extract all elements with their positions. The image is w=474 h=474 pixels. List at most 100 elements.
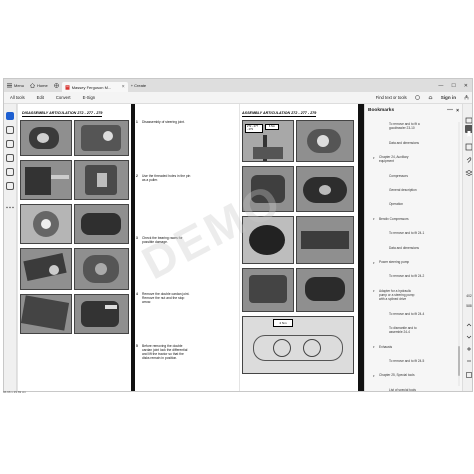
bookmark-panel-icon[interactable] [465, 125, 472, 137]
help-icon[interactable] [414, 94, 420, 101]
photo-step-3b [74, 204, 129, 244]
bookmark-item[interactable]: To remove and to fit 24-5 [389, 359, 455, 363]
bookmark-item[interactable]: Adapter for a hydraulic pump or a steeri… [379, 289, 455, 302]
status-text: 96.96 x 29.69 cm [3, 390, 27, 394]
maximize-button[interactable]: ☐ [451, 83, 455, 89]
photo-assembly-1b [296, 120, 354, 162]
comment-panel-icon[interactable] [465, 112, 472, 124]
bookmark-item[interactable]: Chapter 25, Special tools [379, 373, 455, 377]
bookmark-item[interactable]: Power steering pump [379, 260, 455, 264]
menu-icon [7, 83, 12, 88]
photo-step-2b [74, 160, 129, 200]
photo-step-5a [20, 294, 72, 334]
bookmark-expand-icon[interactable]: ▾ [373, 345, 375, 349]
home-icon [29, 83, 36, 88]
menu-convert[interactable]: Convert [50, 95, 77, 100]
bookmark-expand-icon[interactable]: ▾ [373, 217, 375, 221]
attachments-icon[interactable] [465, 151, 472, 163]
bookmark-item[interactable]: To remove and to fit 24-1 [389, 231, 455, 235]
bookmark-item[interactable]: Operation [389, 202, 455, 206]
bookmarks-title: Bookmarks [368, 108, 395, 113]
share-icon[interactable] [464, 94, 469, 101]
signature-icon[interactable] [6, 182, 14, 190]
bookmark-expand-icon[interactable]: ▾ [373, 289, 375, 293]
photo-assembly-4b [296, 268, 354, 312]
bookmark-item[interactable]: Bendix Compressors [379, 217, 455, 221]
step-number-2: 2 [136, 174, 138, 178]
photo-assembly-2b [296, 166, 354, 212]
text-select-icon[interactable] [6, 168, 14, 176]
bookmark-options-icon[interactable] [447, 108, 453, 113]
bookmark-expand-icon[interactable]: ▾ [373, 374, 375, 378]
menu-e-sign[interactable]: E-Sign [77, 95, 102, 100]
page-down-icon[interactable] [465, 328, 472, 339]
thumbnails-icon[interactable] [465, 138, 472, 151]
photo-assembly-4a [242, 268, 294, 312]
bookmark-item[interactable]: Data and dimensions [389, 246, 455, 250]
step-text-1: Disassembly of steering joint. [142, 120, 185, 124]
step-number-1: 1 [136, 120, 138, 124]
callout-label-2: 6 Nm [265, 124, 279, 130]
left-page: DISASSEMBLY ARTICULATION 272 - 277 - 279 [18, 104, 131, 391]
right-page-title: ASSEMBLY ARTICULATION 272 - 277 - 279 [242, 111, 317, 117]
photo-step-2a [20, 160, 72, 200]
left-page-title-text: DISASSEMBLY ARTICULATION 272 - 277 - 279 [22, 111, 103, 115]
right-toolbar: 402 588 [462, 104, 472, 391]
bookmark-item[interactable]: General description [389, 188, 455, 192]
menu-edit[interactable]: Edit [31, 95, 50, 100]
tab-pdf-document-icon-only[interactable] [51, 81, 62, 91]
tab-document[interactable]: Massey Ferguson M... × [61, 82, 128, 92]
menu-bar: All tools Edit Convert E-Sign Find text … [4, 92, 472, 104]
fit-page-icon[interactable] [465, 366, 472, 378]
page-up-icon[interactable] [465, 316, 472, 327]
window-controls: — ☐ ✕ [438, 83, 472, 89]
pdf-file-icon [65, 84, 70, 90]
menu-all-tools[interactable]: All tools [4, 95, 31, 100]
bookmark-item[interactable]: List of special tools [389, 388, 455, 391]
step-text-5: Before removing the double cardan joint … [142, 344, 188, 360]
document-canvas[interactable]: DISASSEMBLY ARTICULATION 272 - 277 - 279 [17, 104, 364, 391]
more-tools-icon[interactable] [6, 196, 14, 209]
bookmark-item[interactable]: Compressors [389, 174, 455, 178]
tab-bar: Menu Home Massey Ferguson M... × + Creat… [4, 79, 472, 92]
minimize-button[interactable]: — [438, 83, 443, 89]
left-toolbar [4, 104, 17, 391]
tab-menu[interactable]: Menu [4, 81, 27, 91]
pdf-reader-window: Menu Home Massey Ferguson M... × + Creat… [3, 78, 473, 392]
bookmarks-panel: Bookmarks × To remove and to fit a goodt… [364, 104, 462, 391]
select-cursor-icon[interactable] [6, 112, 14, 120]
callout-label-1: 272 - 277 - 279 [245, 124, 263, 133]
step-text-4: Remove the double cardan joint. Remove t… [142, 292, 190, 304]
bookmark-item[interactable]: Exhausts [379, 345, 455, 349]
new-tab-label: + Create [130, 83, 147, 88]
bookmark-item[interactable]: To remove and to fit 24-2 [389, 274, 455, 278]
zoom-in-icon[interactable] [465, 340, 472, 351]
sign-in-button[interactable]: Sign in [441, 95, 456, 100]
tab-menu-label: Menu [14, 83, 25, 88]
bookmark-item[interactable]: Chapter 24, Auxiliary equipment [379, 155, 455, 163]
bookmark-item[interactable]: To dismantle and to assemble 24-4 [389, 326, 455, 334]
comment-icon[interactable] [6, 126, 14, 134]
close-window-button[interactable]: ✕ [464, 83, 468, 89]
step-number-4: 4 [136, 292, 138, 296]
close-panel-icon[interactable]: × [456, 108, 459, 114]
bookmark-item[interactable]: Data and dimensions [389, 141, 455, 145]
close-tab-icon[interactable]: × [122, 84, 125, 90]
bell-icon[interactable] [428, 95, 433, 101]
pen-icon[interactable] [6, 140, 14, 148]
highlight-icon[interactable] [6, 154, 14, 162]
bookmark-item[interactable]: To remove and to fit a goodtrawler 23-10 [389, 122, 455, 130]
tab-home-label: Home [37, 83, 48, 88]
zoom-out-icon[interactable] [465, 352, 472, 362]
photo-step-4b [74, 248, 129, 290]
bookmark-expand-icon[interactable]: ▾ [373, 156, 375, 160]
tab-document-label: Massey Ferguson M... [71, 84, 112, 90]
current-page-number[interactable]: 402 [464, 294, 472, 298]
layers-icon[interactable] [465, 164, 472, 176]
new-tab-button[interactable]: + Create [128, 81, 149, 91]
tab-home[interactable]: Home [27, 81, 51, 91]
bookmark-scrollbar-thumb[interactable] [458, 346, 460, 376]
find-text-button[interactable]: Find text or tools [376, 95, 407, 100]
bookmark-expand-icon[interactable]: ▾ [373, 261, 375, 265]
bookmark-item[interactable]: To remove and to fit 24-4 [389, 312, 455, 316]
